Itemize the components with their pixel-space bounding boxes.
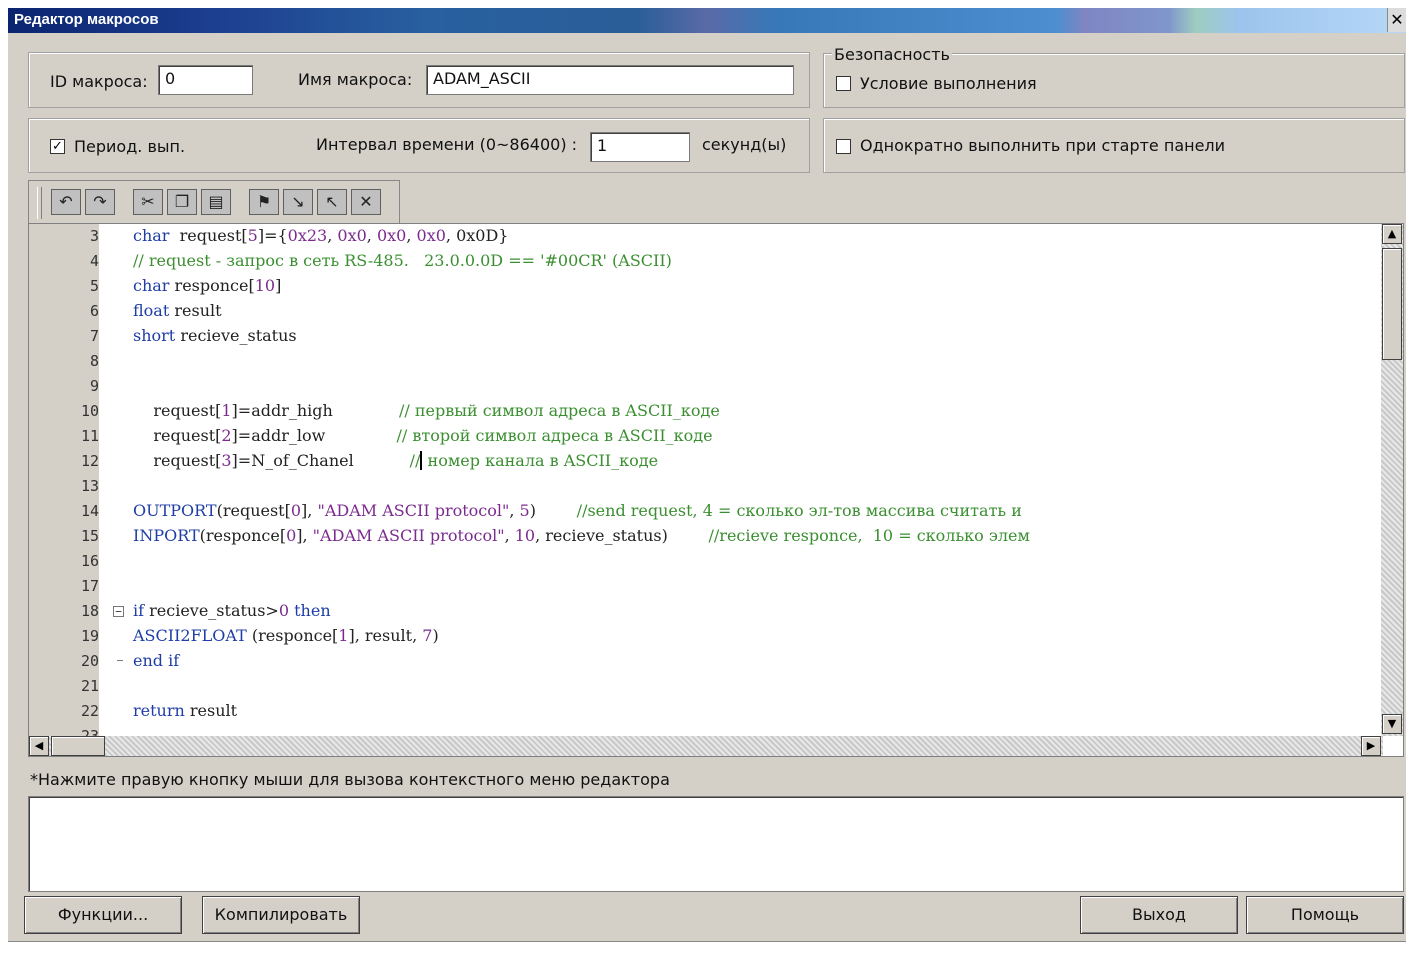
interval-input[interactable]: 1 xyxy=(590,132,690,162)
condition-label: Условие выполнения xyxy=(860,74,1037,93)
code-line-7: short recieve_status xyxy=(133,326,297,345)
line-number: 6 xyxy=(89,302,99,320)
code-line-19: ASCII2FLOAT (responce[1], result, 7) xyxy=(133,626,439,645)
line-number: 16 xyxy=(80,552,99,570)
line-number: 10 xyxy=(80,402,99,420)
period-checkbox[interactable]: ✓ xyxy=(50,139,65,154)
macro-name-input[interactable]: ADAM_ASCII xyxy=(426,65,794,95)
line-number: 15 xyxy=(80,527,99,545)
code-line-10: request[1]=addr_high // первый символ ад… xyxy=(133,401,720,420)
window-title: Редактор макросов xyxy=(14,11,159,28)
code-line-6: float result xyxy=(133,301,222,320)
scroll-right-icon[interactable]: ▶ xyxy=(1361,736,1381,756)
line-number: 18 xyxy=(80,602,99,620)
scroll-down-icon[interactable]: ▼ xyxy=(1382,714,1402,734)
bookmark-clear-icon[interactable]: ✕ xyxy=(351,189,381,215)
bookmark-prev-icon[interactable]: ↖ xyxy=(317,189,347,215)
toolbar-grip xyxy=(37,187,42,219)
code-line-4: // request - запрос в сеть RS-485. 23.0.… xyxy=(133,251,672,270)
line-number: 9 xyxy=(89,377,99,395)
code-line-15: INPORT(responce[0], "ADAM ASCII protocol… xyxy=(133,526,1030,545)
scroll-up-icon[interactable]: ▲ xyxy=(1382,224,1402,244)
close-icon[interactable]: ✕ xyxy=(1387,8,1406,32)
startup-checkbox[interactable] xyxy=(836,139,851,154)
fold-toggle-icon[interactable]: − xyxy=(113,606,124,617)
cut-icon[interactable]: ✂ xyxy=(133,189,163,215)
help-button[interactable]: Помощь xyxy=(1246,896,1404,934)
vertical-scrollbar[interactable]: ▲ ▼ xyxy=(1381,224,1403,736)
line-number: 8 xyxy=(89,352,99,370)
line-number: 22 xyxy=(80,702,99,720)
line-number: 5 xyxy=(89,277,99,295)
code-editor[interactable]: 3 char request[5]={0x23, 0x0, 0x0, 0x0, … xyxy=(28,223,1404,757)
line-number: 19 xyxy=(80,627,99,645)
copy-icon[interactable]: ❐ xyxy=(167,189,197,215)
fold-end-marker xyxy=(117,660,123,661)
macro-name-label: Имя макроса: xyxy=(298,70,413,89)
code-line-14: OUTPORT(request[0], "ADAM ASCII protocol… xyxy=(133,501,1022,520)
bookmark-next-icon[interactable]: ↘ xyxy=(283,189,313,215)
exit-button[interactable]: Выход xyxy=(1080,896,1238,934)
line-number: 12 xyxy=(80,452,99,470)
code-line-11: request[2]=addr_low // второй символ адр… xyxy=(133,426,713,445)
code-line-18: if recieve_status>0 then xyxy=(133,601,331,620)
code-line-22: return result xyxy=(133,701,238,720)
line-number: 4 xyxy=(89,252,99,270)
paste-icon[interactable]: ▤ xyxy=(201,189,231,215)
code-line-20: end if xyxy=(133,651,180,670)
interval-label: Интервал времени (0~86400) : xyxy=(316,135,578,154)
undo-icon[interactable]: ↶ xyxy=(51,189,81,215)
line-number: 13 xyxy=(80,477,99,495)
condition-checkbox[interactable] xyxy=(836,76,851,91)
line-number: 17 xyxy=(80,577,99,595)
bookmark-icon[interactable]: ⚑ xyxy=(249,189,279,215)
macro-id-input[interactable]: 0 xyxy=(158,65,253,95)
startup-label: Однократно выполнить при старте панели xyxy=(860,136,1226,155)
macro-editor-window: Редактор макросов ✕ ID макроса: 0 Имя ма… xyxy=(8,8,1406,942)
editor-toolbar: ↶ ↷ ✂ ❐ ▤ ⚑ ↘ ↖ ✕ xyxy=(28,180,400,224)
code-line-3: char request[5]={0x23, 0x0, 0x0, 0x0, 0x… xyxy=(133,226,509,245)
compile-button[interactable]: Компилировать xyxy=(202,896,360,934)
line-number: 20 xyxy=(80,652,99,670)
code-line-12: request[3]=N_of_Chanel // номер канала в… xyxy=(133,451,659,470)
title-bar[interactable]: Редактор макросов ✕ xyxy=(8,8,1406,33)
scroll-left-icon[interactable]: ◀ xyxy=(29,736,49,756)
line-number: 7 xyxy=(89,327,99,345)
redo-icon[interactable]: ↷ xyxy=(85,189,115,215)
macro-id-label: ID макроса: xyxy=(50,72,148,91)
security-group-title: Безопасность xyxy=(832,45,952,64)
code-line-5: char responce[10] xyxy=(133,276,282,295)
period-label: Период. вып. xyxy=(74,137,186,156)
line-number: 3 xyxy=(89,227,99,245)
vertical-scroll-thumb[interactable] xyxy=(1382,248,1402,360)
line-number: 14 xyxy=(80,502,99,520)
editor-hint: *Нажмите правую кнопку мыши для вызова к… xyxy=(28,760,1404,796)
horizontal-scroll-thumb[interactable] xyxy=(51,736,105,756)
line-number: 11 xyxy=(80,427,99,445)
text-cursor xyxy=(420,451,423,470)
horizontal-scrollbar[interactable]: ◀ ▶ xyxy=(29,736,1383,756)
functions-button[interactable]: Функции... xyxy=(24,896,182,934)
interval-unit-label: секунд(ы) xyxy=(702,135,787,154)
compile-output-area[interactable] xyxy=(28,796,1404,892)
line-number: 21 xyxy=(80,677,99,695)
